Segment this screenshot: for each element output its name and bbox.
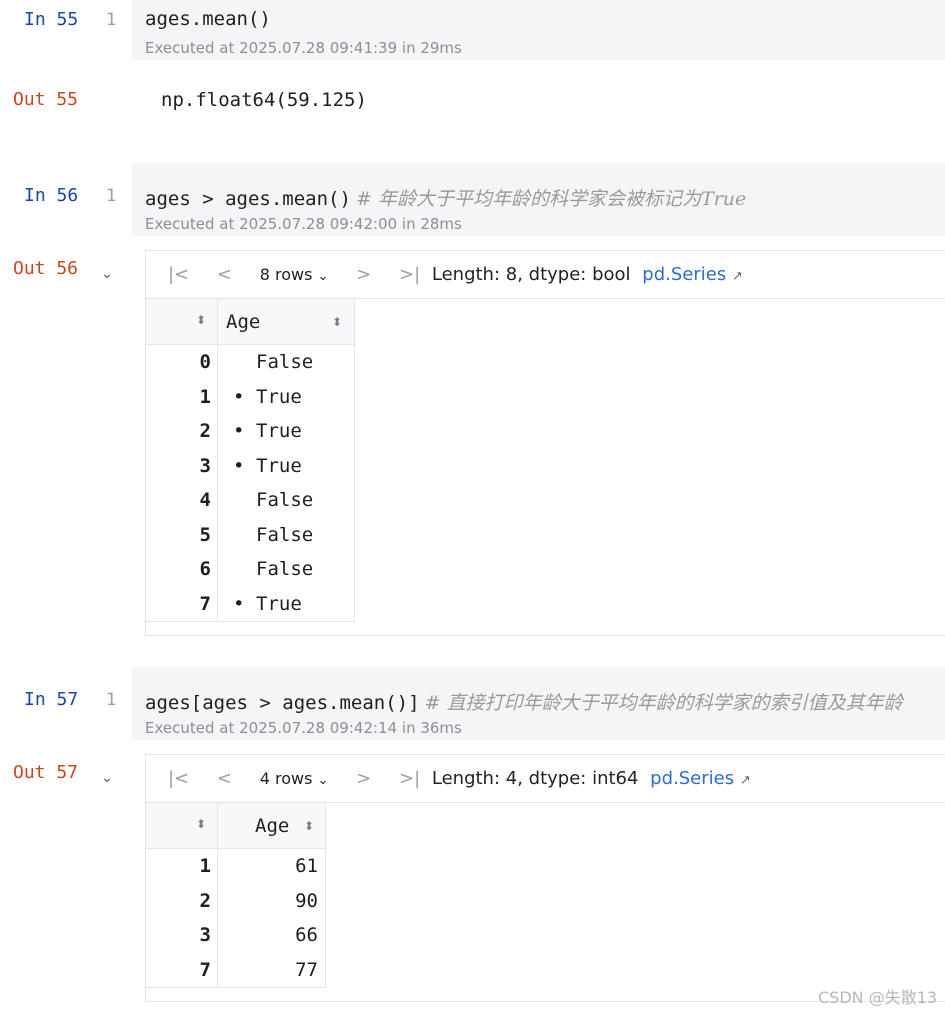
column-header-age[interactable]: Age — [255, 815, 289, 837]
last-page-icon[interactable]: >| — [399, 264, 420, 285]
code-line[interactable]: ages[ages > ages.mean()] # 直接打印年龄大于平均年龄的… — [145, 688, 903, 715]
link-label: pd.Series — [642, 264, 727, 285]
true-bullet: • — [233, 420, 245, 442]
collapse-chevron-icon[interactable]: ⌄ — [101, 266, 113, 282]
output-text: np.float64(59.125) — [161, 89, 367, 111]
row-index: 5 — [199, 523, 211, 546]
code-comment: # 直接打印年龄大于平均年龄的科学家的索引值及其年龄 — [424, 692, 903, 714]
cell-value: False — [256, 351, 314, 373]
next-page-icon[interactable]: > — [356, 768, 371, 789]
collapse-chevron-icon[interactable]: ⌄ — [101, 770, 113, 786]
first-page-icon[interactable]: |< — [168, 768, 189, 789]
table-row: 6 False — [146, 552, 354, 587]
out-label-56: Out 56 — [13, 258, 79, 279]
output-toolbar-56: |< < 8 rows ⌄ > >| Length: 8, dtype: boo… — [168, 264, 743, 285]
chevron-down-icon: ⌄ — [317, 773, 329, 788]
first-page-icon[interactable]: |< — [168, 264, 189, 285]
prev-page-icon[interactable]: < — [217, 264, 232, 285]
table-row: 4 False — [146, 483, 354, 518]
last-page-icon[interactable]: >| — [399, 768, 420, 789]
table-row: 3 66 — [146, 918, 325, 953]
true-bullet: • — [233, 592, 245, 615]
cell-value: True — [256, 420, 302, 442]
sort-icon[interactable]: ⬍ — [332, 315, 342, 329]
series-info: Length: 4, dtype: int64 — [431, 768, 639, 789]
in-label-55: In 55 — [24, 9, 79, 30]
next-page-icon[interactable]: > — [356, 264, 371, 285]
pd-series-link[interactable]: pd.Series ↗ — [642, 264, 743, 285]
row-index: 3 — [199, 454, 211, 477]
cell-value: False — [256, 489, 314, 511]
line-number: 1 — [106, 186, 117, 206]
table-row: 7 • True — [146, 587, 354, 622]
in-label-56: In 56 — [24, 185, 79, 206]
table-row: 2 • True — [146, 414, 354, 449]
table-row: 0 False — [146, 345, 354, 380]
table-header — [146, 803, 325, 849]
row-index: 0 — [199, 351, 211, 373]
true-bullet: • — [233, 385, 245, 408]
sort-icon[interactable]: ⬍ — [304, 819, 314, 833]
out-label-55: Out 55 — [13, 89, 79, 110]
row-index: 1 — [199, 855, 211, 877]
table-row: 5 False — [146, 518, 354, 553]
sort-icon[interactable]: ⬍ — [196, 817, 206, 831]
cell-value: 66 — [295, 924, 318, 946]
code-line[interactable]: ages.mean() — [145, 8, 271, 30]
rows-label: 8 rows — [259, 265, 313, 284]
rows-dropdown[interactable]: 4 rows ⌄ — [260, 769, 329, 788]
table-row: 7 77 — [146, 953, 325, 988]
cell-value: True — [256, 385, 302, 408]
external-link-icon: ↗ — [739, 773, 751, 788]
row-index: 6 — [199, 558, 211, 580]
true-bullet: • — [233, 454, 245, 477]
link-label: pd.Series — [650, 768, 735, 789]
cell-value: True — [256, 454, 302, 477]
cell-value: 90 — [295, 889, 318, 912]
column-header-age[interactable]: Age — [226, 311, 260, 333]
code-comment: # 年龄大于平均年龄的科学家会被标记为True — [356, 188, 747, 210]
table-row: 1 • True — [146, 380, 354, 415]
cell-value: True — [256, 592, 302, 615]
code-line[interactable]: ages > ages.mean() # 年龄大于平均年龄的科学家会被标记为Tr… — [145, 184, 746, 211]
code-text: ages > ages.mean() — [145, 188, 351, 210]
line-number: 1 — [106, 10, 117, 30]
out-label-57: Out 57 — [13, 762, 79, 783]
cell-value: 61 — [295, 855, 318, 877]
row-index: 2 — [199, 420, 211, 442]
code-text: ages[ages > ages.mean()] — [145, 692, 420, 714]
line-number: 1 — [106, 690, 117, 710]
output-toolbar-57: |< < 4 rows ⌄ > >| Length: 4, dtype: int… — [168, 768, 751, 789]
chevron-down-icon: ⌄ — [317, 269, 329, 284]
table-row: 1 61 — [146, 849, 325, 884]
execution-info: Executed at 2025.07.28 09:41:39 in 29ms — [145, 39, 462, 57]
row-index: 7 — [199, 958, 211, 981]
prev-page-icon[interactable]: < — [217, 768, 232, 789]
cell-value: False — [256, 558, 314, 580]
row-index: 2 — [199, 889, 211, 912]
row-index: 4 — [199, 489, 211, 511]
in-label-57: In 57 — [24, 689, 79, 710]
table-row: 2 90 — [146, 884, 325, 919]
rows-dropdown[interactable]: 8 rows ⌄ — [260, 265, 329, 284]
row-index: 3 — [199, 924, 211, 946]
sort-icon[interactable]: ⬍ — [196, 313, 206, 327]
rows-label: 4 rows — [259, 769, 313, 788]
watermark: CSDN @失散13 — [818, 988, 938, 1007]
row-index: 7 — [199, 592, 211, 615]
series-info: Length: 8, dtype: bool — [431, 264, 631, 285]
external-link-icon: ↗ — [731, 269, 743, 284]
cell-value: False — [256, 523, 314, 546]
table-row: 3 • True — [146, 449, 354, 484]
execution-info: Executed at 2025.07.28 09:42:00 in 28ms — [145, 215, 462, 233]
pd-series-link[interactable]: pd.Series ↗ — [650, 768, 751, 789]
execution-info: Executed at 2025.07.28 09:42:14 in 36ms — [145, 719, 462, 737]
cell-value: 77 — [295, 958, 318, 981]
row-index: 1 — [199, 385, 211, 408]
